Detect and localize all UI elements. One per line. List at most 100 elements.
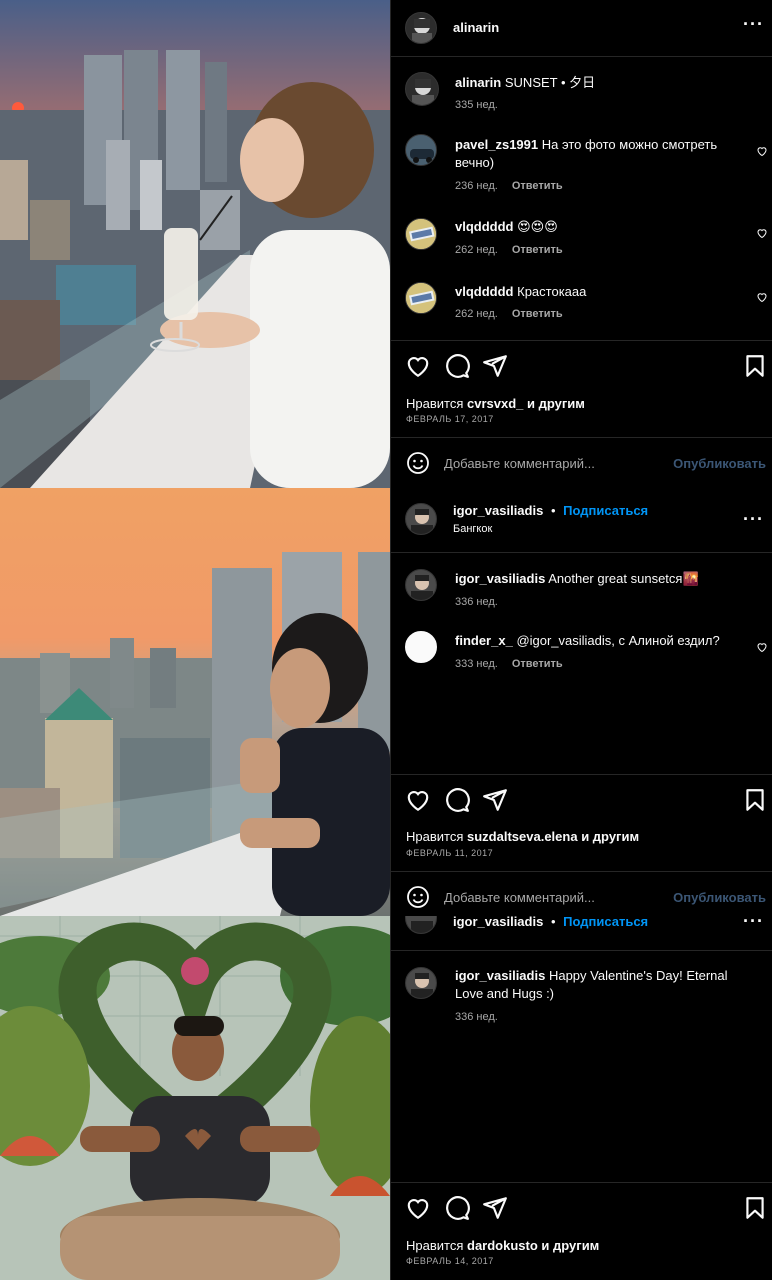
like-comment-icon[interactable] [756,291,768,303]
avatar[interactable] [405,12,437,44]
likes-line: Нравится dardokusto и другим [406,1238,599,1253]
more-options-icon[interactable]: ··· [743,916,764,932]
share-send-icon[interactable] [482,353,508,379]
likes-username[interactable]: suzdaltseva.elena [467,829,578,844]
divider [391,774,772,775]
comment-age: 262 нед. [455,244,498,256]
save-bookmark-icon[interactable] [742,787,768,813]
comment-age: 262 нед. [455,308,498,320]
post-3-photo[interactable] [0,916,390,1280]
post-author-username[interactable]: alinarin [453,20,499,35]
caption: alinarin SUNSET • 夕日 [455,74,755,92]
comment: vlqddddd 😍😍😍 [455,218,755,236]
caption-username[interactable]: igor_vasiliadis [455,968,545,983]
comment-text: 😍😍😍 [517,219,558,234]
save-bookmark-icon[interactable] [742,353,768,379]
comment: pavel_zs1991 На это фото можно смотреть … [455,136,755,172]
post-3-panel: igor_vasiliadis • Подписаться ··· igor_v… [390,916,772,1280]
comment-username[interactable]: finder_x_ [455,633,513,648]
likes-prefix: Нравится [406,829,464,844]
comment-age: 336 нед. [455,596,498,608]
comment-username[interactable]: vlqddddd [455,219,514,234]
post-location[interactable]: Бангкок [453,523,492,535]
divider [391,1182,772,1183]
post-date[interactable]: ФЕВРАЛЬ 11, 2017 [406,848,493,858]
like-comment-icon[interactable] [756,227,768,239]
publish-button[interactable]: Опубликовать [673,890,766,905]
comment-bubble-icon[interactable] [444,1195,470,1221]
like-heart-icon[interactable] [405,1195,431,1221]
avatar[interactable] [405,72,439,106]
avatar[interactable] [405,967,437,999]
likes-line: Нравится suzdaltseva.elena и другим [406,829,639,844]
follow-button[interactable]: Подписаться [563,503,648,518]
comment-meta: 262 нед. Ответить [455,308,563,320]
post-1-photo[interactable] [0,0,390,488]
avatar[interactable] [405,916,437,934]
comment-input[interactable]: Добавьте комментарий... [444,456,595,471]
reply-button[interactable]: Ответить [512,180,563,192]
avatar[interactable] [405,134,437,166]
comment-username[interactable]: vlqddddd [455,284,514,299]
like-comment-icon[interactable] [756,641,768,653]
likes-username[interactable]: dardokusto [467,1238,538,1253]
like-heart-icon[interactable] [405,787,431,813]
comment-age: 333 нед. [455,658,498,670]
divider [391,950,772,951]
publish-button[interactable]: Опубликовать [673,456,766,471]
post-author-username[interactable]: igor_vasiliadis [453,916,543,929]
avatar[interactable] [405,282,437,314]
comment-input[interactable]: Добавьте комментарий... [444,890,595,905]
avatar[interactable] [405,631,437,663]
comment-meta: 262 нед. Ответить [455,244,563,256]
like-comment-icon[interactable] [756,145,768,157]
likes-prefix: Нравится [406,1238,464,1253]
avatar[interactable] [405,218,437,250]
divider [391,871,772,872]
follow-button[interactable]: Подписаться [563,916,648,929]
post-1: alinarin ··· alinarin SUNSET • 夕日 335 не… [0,0,772,488]
post-1-panel: alinarin ··· alinarin SUNSET • 夕日 335 не… [390,0,772,488]
more-options-icon[interactable]: ··· [743,14,764,35]
save-bookmark-icon[interactable] [742,1195,768,1221]
likes-line: Нравится cvrsvxd_ и другим [406,396,585,411]
comment-bubble-icon[interactable] [444,787,470,813]
avatar[interactable] [405,503,437,535]
divider [391,56,772,57]
post-date[interactable]: ФЕВРАЛЬ 14, 2017 [406,1256,494,1266]
share-send-icon[interactable] [482,787,508,813]
likes-others[interactable]: и другим [527,396,585,411]
comment-username[interactable]: igor_vasiliadis [455,571,545,586]
caption-username[interactable]: alinarin [455,75,501,90]
emoji-icon[interactable] [406,451,430,475]
divider [391,340,772,341]
reply-button[interactable]: Ответить [512,244,563,256]
share-send-icon[interactable] [482,1195,508,1221]
comment: finder_x_ @igor_vasiliadis, с Алиной езд… [455,632,755,650]
likes-username[interactable]: cvrsvxd_ [467,396,523,411]
reply-button[interactable]: Ответить [512,308,563,320]
comment-text: Another great sunsetся🌇 [548,571,699,586]
comment-bubble-icon[interactable] [444,353,470,379]
comment-username[interactable]: pavel_zs1991 [455,137,538,152]
comment-text: Крастокааа [517,284,587,299]
emoji-icon[interactable] [406,885,430,909]
more-options-icon[interactable]: ··· [743,509,764,530]
caption-text: SUNSET • 夕日 [504,75,596,90]
post-author-username[interactable]: igor_vasiliadis [453,503,543,518]
comment: vlqddddd Крастокааа [455,283,755,301]
caption-age: 335 нед. [455,99,498,111]
comment-meta: 333 нед. Ответить [455,658,563,670]
post-2: igor_vasiliadis • Подписаться Бангкок ··… [0,488,772,916]
reply-button[interactable]: Ответить [512,658,563,670]
post-3: igor_vasiliadis • Подписаться ··· igor_v… [0,916,772,1280]
separator-dot: • [550,916,556,929]
post-date[interactable]: ФЕВРАЛЬ 17, 2017 [406,414,494,424]
like-heart-icon[interactable] [405,353,431,379]
divider [391,437,772,438]
post-2-photo[interactable] [0,488,390,916]
likes-others[interactable]: и другим [581,829,639,844]
likes-others[interactable]: и другим [541,1238,599,1253]
post-header: igor_vasiliadis • Подписаться [453,916,648,929]
avatar[interactable] [405,569,437,601]
